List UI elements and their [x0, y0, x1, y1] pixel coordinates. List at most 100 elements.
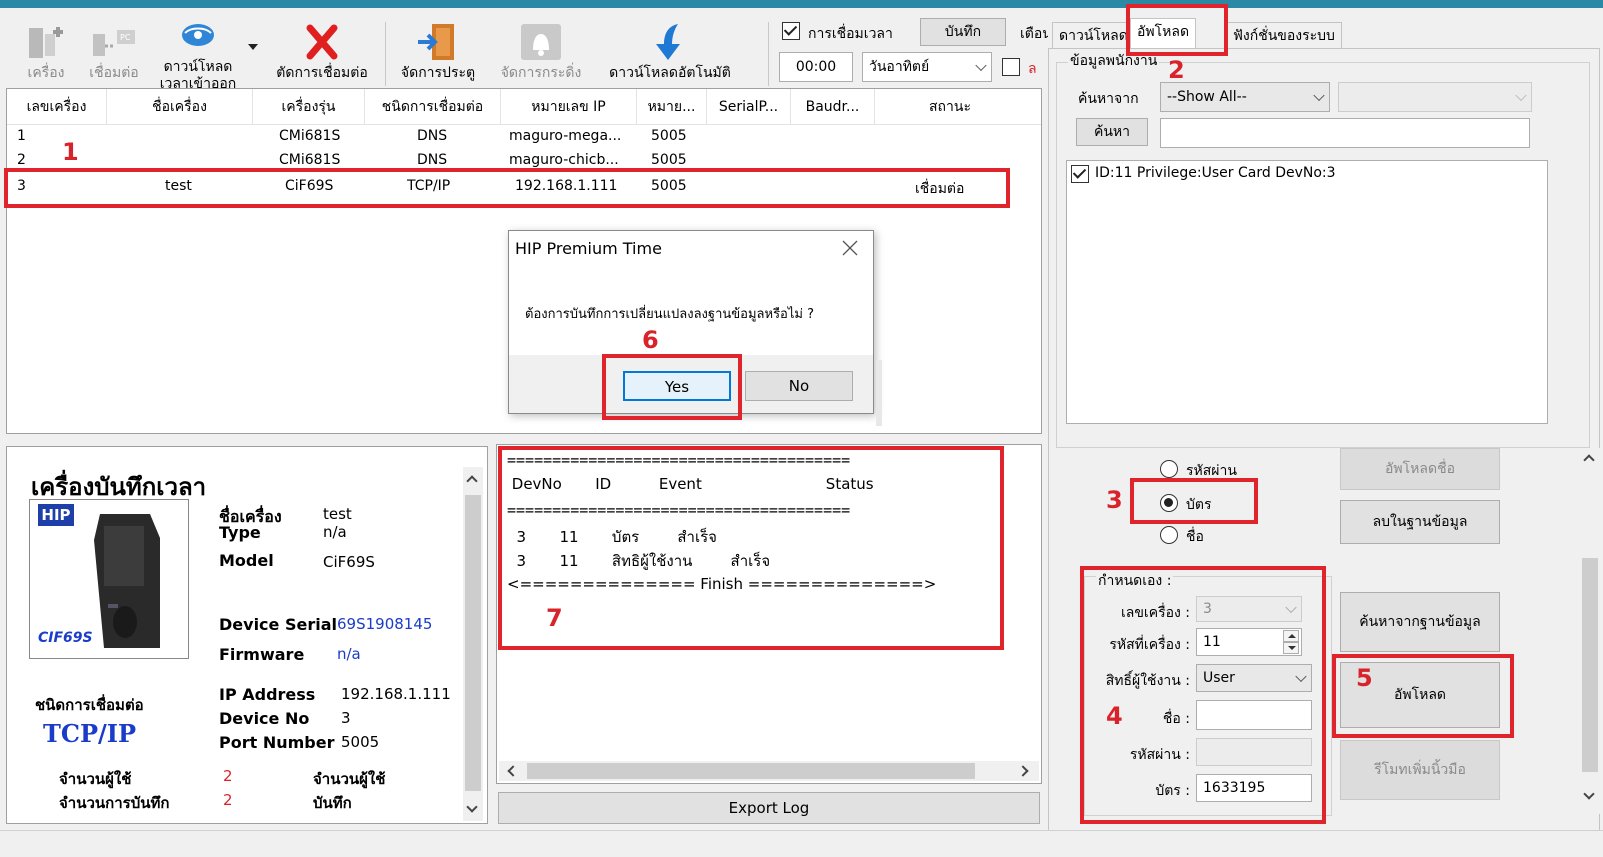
annotation-box-4	[1080, 566, 1326, 824]
table-header: เลขเครื่อง ชื่อเครื่อง เครื่องรุ่น ชนิดก…	[7, 89, 1041, 125]
info-scrollbar[interactable]	[463, 467, 483, 821]
search-button[interactable]: ค้นหา	[1076, 118, 1148, 146]
scroll-left-icon[interactable]	[507, 765, 519, 777]
device-icon	[29, 27, 63, 58]
log-h-scrollbar[interactable]	[499, 761, 1039, 781]
col-header[interactable]: Baudr...	[791, 89, 875, 125]
day-select[interactable]: วันอาทิตย์	[862, 52, 992, 82]
toolbar-label: ตัดการเชื่อมต่อ	[276, 65, 368, 81]
cell: 5005	[651, 152, 687, 168]
col-header[interactable]: หมายเลข IP	[501, 89, 637, 125]
col-header[interactable]: หมาย...	[637, 89, 707, 125]
right-scrollbar[interactable]	[1580, 448, 1600, 814]
search-db-button[interactable]: ค้นหาจากฐานข้อมูล	[1340, 592, 1500, 652]
table-row[interactable]: 1 CMi681S DNS maguro-mega... 5005	[7, 127, 1041, 149]
time-sync-checkbox[interactable]	[782, 22, 800, 40]
hip-logo: HIP	[38, 504, 74, 526]
save-time-button[interactable]: บันทึก	[920, 18, 1006, 46]
search-from-select[interactable]: --Show All--	[1160, 82, 1330, 112]
employee-checkbox[interactable]	[1071, 165, 1089, 183]
scroll-up-icon[interactable]	[1583, 454, 1595, 466]
scroll-down-icon[interactable]	[1583, 788, 1595, 800]
cell: DNS	[417, 152, 448, 168]
scroll-right-icon[interactable]	[1017, 765, 1029, 777]
scroll-up-icon[interactable]	[466, 475, 478, 487]
annotation-box-3	[1130, 478, 1258, 524]
door-icon	[418, 24, 454, 60]
no-button[interactable]: No	[745, 371, 853, 401]
toolbar-door-button[interactable]: จัดการประตู	[392, 22, 484, 82]
close-icon[interactable]	[839, 237, 861, 259]
value-ip: 192.168.1.111	[341, 685, 451, 703]
toolbar-device-button[interactable]: เครื่อง	[14, 22, 78, 82]
scroll-thumb[interactable]	[527, 763, 975, 779]
cell: 5005	[651, 128, 687, 144]
tab-download[interactable]: ดาวน์โหลด	[1052, 22, 1135, 48]
chevron-down-icon	[1313, 89, 1325, 102]
col-header[interactable]: เลขเครื่อง	[7, 89, 107, 125]
col-header[interactable]: ชื่อเครื่อง	[107, 89, 253, 125]
toolbar-download-attendance-button[interactable]: ดาวน์โหลด เวลาเข้าออก	[152, 16, 244, 93]
label-firmware: Firmware	[219, 645, 305, 664]
search-filter-select[interactable]	[1338, 82, 1532, 112]
toolbar-connect-button[interactable]: PC เชื่อมต่อ	[80, 22, 148, 82]
radio-password[interactable]	[1160, 460, 1178, 478]
value-user-count: 2	[223, 767, 233, 785]
chevron-down-icon	[975, 59, 987, 72]
toolbar-bell-button[interactable]: จัดการกระดิ่ง	[488, 22, 594, 82]
time-input[interactable]: 00:00	[779, 52, 853, 82]
upload-name-button[interactable]: อัพโหลดชื่อ	[1340, 448, 1500, 490]
col-header[interactable]: ชนิดการเชื่อมต่อ	[365, 89, 501, 125]
employee-list[interactable]: ID:11 Privilege:User Card DevNo:3	[1066, 160, 1548, 424]
scroll-thumb[interactable]	[1582, 558, 1598, 772]
search-from-value: --Show All--	[1167, 89, 1247, 105]
label-conn-type: ชนิดการเชื่อมต่อ	[35, 696, 144, 714]
label-user-count: จำนวนผู้ใช้	[59, 770, 132, 788]
tab-system-functions[interactable]: ฟังก์ชั่นของระบบ	[1226, 22, 1342, 48]
annotation-box-2	[1126, 4, 1228, 56]
toolbar-disconnect-button[interactable]: ตัดการเชื่อมต่อ	[266, 22, 378, 82]
toolbar-separator	[385, 22, 386, 86]
toolbar-label: เครื่อง	[27, 65, 65, 81]
toolbar-label: เชื่อมต่อ	[89, 65, 139, 81]
download-globe-icon	[182, 24, 214, 46]
col-header[interactable]: SerialP...	[707, 89, 791, 125]
col-header[interactable]: เครื่องรุ่น	[253, 89, 365, 125]
scroll-down-icon[interactable]	[466, 801, 478, 813]
search-input[interactable]	[1160, 118, 1530, 148]
title-bar-strip	[0, 0, 1603, 8]
cell: DNS	[417, 128, 448, 144]
annotation-number-3: 3	[1106, 486, 1123, 514]
device-photo: HIP CIF69S	[29, 499, 189, 659]
cell: CMi681S	[279, 128, 341, 144]
col-header[interactable]: สถานะ	[875, 89, 1025, 125]
dialog-message: ต้องการบันทึกการเปลี่ยนแปลงลงฐานข้อมูลหร…	[525, 307, 814, 322]
dialog-title: HIP Premium Time	[515, 239, 662, 258]
dialog-shadow-edge	[876, 360, 882, 426]
label-devno: Device No	[219, 709, 310, 728]
delete-db-button[interactable]: ลบในฐานข้อมูล	[1340, 500, 1500, 544]
search-from-label: ค้นหาจาก	[1078, 91, 1139, 107]
svg-text:PC: PC	[120, 33, 131, 42]
toolbar-auto-download-button[interactable]: ดาวน์โหลดอัตโนมัติ	[600, 22, 740, 82]
cell: maguro-chicb...	[509, 152, 619, 168]
annotation-number-1: 1	[62, 138, 79, 166]
dropdown-arrow-icon[interactable]	[248, 44, 258, 50]
label-model: Model	[219, 551, 274, 570]
alarm-label: ล	[1028, 61, 1037, 77]
download-arrow-icon	[656, 24, 680, 60]
list-item[interactable]: ID:11 Privilege:User Card DevNo:3	[1095, 165, 1336, 181]
device-info-panel: เครื่องบันทึกเวลา HIP CIF69S ชื่อเครื่อง…	[6, 446, 488, 824]
toolbar-label: ดาวน์โหลดอัตโนมัติ	[609, 65, 731, 81]
toolbar-label: ดาวน์โหลด	[163, 59, 233, 75]
alarm-checkbox[interactable]	[1002, 58, 1020, 76]
export-log-button[interactable]: Export Log	[498, 792, 1040, 824]
radio-name[interactable]	[1160, 526, 1178, 544]
annotation-number-4: 4	[1106, 702, 1123, 730]
remote-fingerprint-button[interactable]: รีโมทเพิ่มนิ้วมือ	[1340, 740, 1500, 800]
status-bar	[0, 830, 1603, 857]
value-port: 5005	[341, 733, 380, 751]
value-serial: 69S1908145	[337, 615, 433, 633]
scroll-thumb[interactable]	[465, 495, 481, 791]
close-x-icon	[842, 240, 858, 256]
